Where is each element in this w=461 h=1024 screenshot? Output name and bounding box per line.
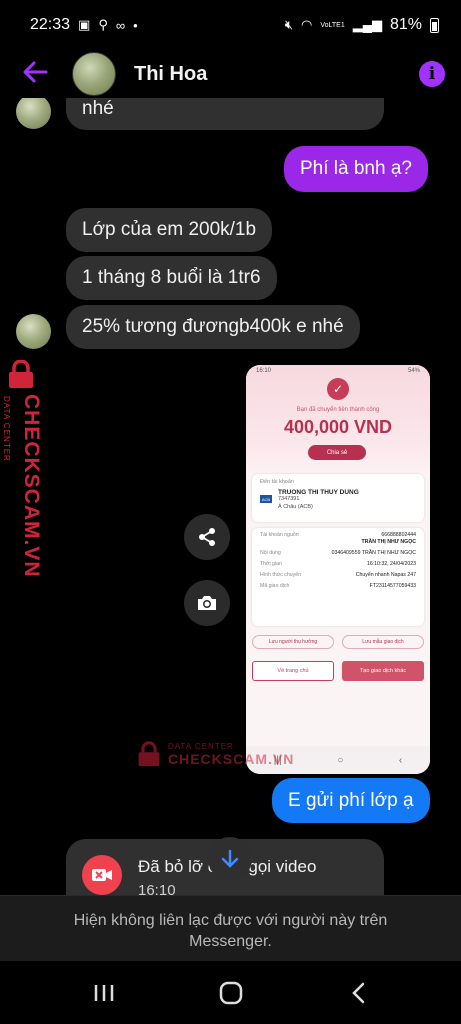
success-text: Bạn đã chuyển tiền thành công [296,407,380,413]
recipient-card: Đến tài khoản ACB TRUONG THI THUY DUNG 7… [252,474,424,522]
scroll-to-bottom-button[interactable] [208,837,252,881]
system-navbar [0,961,461,1024]
detail-row: Thời gian 16:10:32, 24/04/2023 [260,561,416,567]
share-icon [199,528,215,546]
recipient-name: TRUONG THI THUY DUNG [278,489,359,496]
wifi-icon: ◠ [301,17,313,32]
contact-name[interactable]: Thi Hoa [134,63,207,86]
message-list[interactable]: nhé Phí là bnh ạ? Lớp của em 200k/1b 1 t… [0,98,461,895]
share-button[interactable] [184,514,230,560]
home-icon: ○ [337,754,344,766]
back-icon: ‹ [398,754,403,766]
watermark-subtitle: DATA CENTER [2,396,11,462]
receipt-share-button: Chia sẻ [308,445,366,460]
message-bubble[interactable]: Lớp của em 200k/1b [66,208,273,252]
lock-icon [9,360,33,388]
message-bubble[interactable]: E gửi phí lớp ạ [272,778,430,823]
watermark-horizontal: DATA CENTER CHECKSCAM.VN [136,740,294,768]
camera-button[interactable] [184,580,230,626]
back-button[interactable] [338,973,378,1013]
message-bubble[interactable]: Phí là bnh ạ? [284,146,428,192]
signal-icon: ▂▄▆ [352,17,382,32]
transfer-amount: 400,000 VND [283,417,393,437]
detail-row: Hình thức chuyển Chuyển nhanh Napas 247 [260,572,416,578]
receipt-status-time: 16:10 [256,368,272,374]
bank-name: Á Châu (ACB) [278,504,313,510]
dot-icon: • [133,17,138,33]
save-recipient-link: Lưu người thụ hưởng [252,635,334,649]
new-transaction-button: Tạo giao dịch khác [342,661,424,681]
to-account-label: Đến tài khoản [260,479,294,485]
watermark-subtitle: DATA CENTER [168,741,234,751]
contact-avatar[interactable] [72,52,116,96]
missed-call-time: 16:10 [138,882,176,895]
battery-icon [430,17,439,33]
voicemail-icon: ∞ [115,17,126,33]
recipient-account: 7347391 [278,496,300,502]
notice-text: Hiện không liên lạc được với người này t… [73,912,388,950]
detail-row: Nội dung 0346409559 TRẦN THỊ NHƯ NGỌC [260,550,416,556]
watermark-brand: CHECKSCAM.VN [20,394,43,578]
contact-mini-avatar [16,314,51,349]
back-icon [351,982,364,1003]
watermark-vertical: DATA CENTER CHECKSCAM.VN [2,360,46,650]
detail-row: Mã giao dịch FT23114577059433 [260,583,416,589]
chat-header: Thi Hoa i [0,50,461,98]
battery-percent: 81% [389,16,422,33]
watermark-brand: CHECKSCAM.VN [168,750,295,767]
home-button[interactable] [211,973,251,1013]
status-time: 22:33 [30,16,71,33]
back-arrow-icon[interactable] [22,60,52,88]
message-bubble[interactable]: 25% tương đươngb400k e nhé [66,305,360,349]
message-bubble[interactable]: 1 tháng 8 buổi là 1tr6 [66,256,277,300]
fitness-icon: ⚲ [98,17,108,32]
receipt-header: 16:10 54% ✓ Bạn đã chuyển tiền thành côn… [246,365,430,475]
transaction-details: Tài khoản nguồn 666888802444 TRẦN THỊ NHƯ… [252,528,424,626]
mute-icon: 🔇︎ [284,17,294,32]
detail-row: Tài khoản nguồn 666888802444 [260,532,416,538]
home-button: Về trang chủ [252,661,334,681]
contact-mini-avatar [16,98,51,129]
status-bar: 22:33 ▣ ⚲ ∞ • 🔇︎ ◠ VoLTE1 ▂▄▆ 81% [0,0,461,50]
detail-row: TRẦN THỊ NHƯ NGỌC [361,539,416,545]
network-label: VoLTE1 [320,21,345,29]
arrow-down-icon [221,849,239,868]
bank-logo: ACB [260,495,272,503]
transfer-screenshot-image[interactable]: 16:10 54% ✓ Bạn đã chuyển tiền thành côn… [246,365,430,774]
camera-icon [198,596,216,610]
success-check-icon: ✓ [327,378,349,400]
message-bubble[interactable]: nhé [66,98,384,130]
missed-video-call-icon [82,855,122,895]
receipt-status-battery: 54% [407,368,420,374]
recent-apps-icon [94,984,113,1001]
home-icon [219,981,242,1004]
save-template-link: Lưu mẫu giao dịch [342,635,424,649]
recent-apps-button[interactable] [84,973,124,1013]
gallery-icon: ▣ [78,17,91,32]
lock-icon [138,741,160,767]
info-icon[interactable]: i [419,61,445,87]
unavailable-notice: Hiện không liên lạc được với người này t… [0,895,461,961]
